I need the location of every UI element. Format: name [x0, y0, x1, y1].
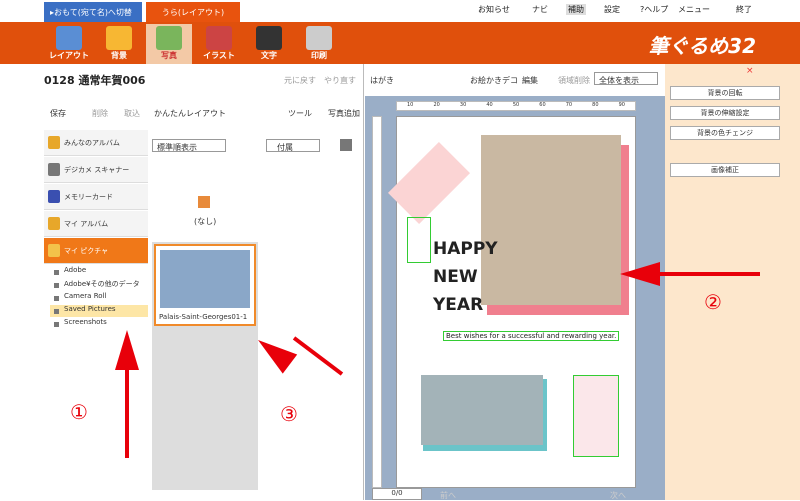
photo-image [160, 250, 250, 308]
import-button[interactable]: 取込 [124, 108, 140, 119]
text-button[interactable]: 文字 [246, 24, 292, 64]
exit-link[interactable]: 終了 [736, 4, 752, 15]
page-indicator: 0/0 [372, 488, 422, 500]
sort-select[interactable]: 標準順表示 [152, 139, 226, 152]
sidebar-item-memory-card[interactable]: メモリーカード [44, 184, 148, 210]
layout-icon [56, 26, 82, 50]
year-text[interactable]: YEAR [433, 295, 483, 315]
view-select[interactable]: 全体を表示 [594, 72, 658, 85]
deco-button[interactable]: お絵かきデコ [470, 75, 518, 86]
album-icon [48, 217, 60, 230]
deco-pattern [387, 141, 471, 225]
illust-icon [206, 26, 232, 50]
group-photo[interactable] [421, 375, 543, 445]
tab-front-address[interactable]: ▸おもて(宛て名)へ切替 [44, 2, 142, 22]
annotation-arrow-1 [125, 368, 129, 458]
menu-link[interactable]: メニュー [678, 4, 710, 15]
album-icon [48, 136, 60, 149]
plum-flower-illust[interactable] [407, 217, 431, 263]
close-icon[interactable]: × [746, 67, 754, 76]
photo-icon [156, 26, 182, 50]
redo-button[interactable]: やり直す [324, 75, 356, 86]
thumb-palais-photo[interactable]: Palais-Saint-Georges01-1 [154, 244, 256, 326]
annotation-number-1: ① [70, 400, 88, 424]
bg-stretch-button[interactable]: 背景の伸縮設定 [670, 106, 780, 120]
new-text[interactable]: NEW [433, 267, 478, 287]
memory-card-icon [48, 190, 60, 203]
annotation-number-2: ② [704, 290, 722, 314]
postcard-label: はがき [370, 76, 394, 85]
prev-button[interactable]: 前へ [440, 490, 456, 501]
next-button[interactable]: 次へ [610, 490, 626, 501]
subfolder-adobe[interactable]: Adobe [50, 266, 148, 278]
image-correct-button[interactable]: 画像補正 [670, 163, 780, 177]
background-icon [106, 26, 132, 50]
settings-link[interactable]: 設定 [604, 4, 620, 15]
illust-button[interactable]: イラスト [196, 24, 242, 64]
camera-icon [48, 163, 60, 176]
annotation-arrow-2 [660, 272, 760, 276]
image-icon [198, 196, 210, 208]
shishimai-illust[interactable] [573, 375, 619, 457]
postcard-canvas[interactable]: HAPPY NEW YEAR Best wishes for a success… [387, 116, 636, 488]
sidebar-item-my-pictures[interactable]: マイ ピクチャ [44, 238, 148, 264]
select-delete-button[interactable]: 領域削除 [558, 75, 590, 86]
wishes-text[interactable]: Best wishes for a successful and rewardi… [443, 331, 620, 341]
print-button[interactable]: 印刷 [296, 24, 342, 64]
add-photo-button[interactable]: 写真追加 [328, 108, 360, 119]
printer-icon [306, 26, 332, 50]
save-button[interactable]: 保存 [50, 108, 66, 119]
undo-button[interactable]: 元に戻す [284, 75, 316, 86]
assist-link[interactable]: 補助 [566, 4, 586, 15]
edit-menu[interactable]: 編集 [522, 75, 538, 86]
brand-logo: 筆ぐるめ32 [648, 34, 756, 58]
sidebar-item-my-album[interactable]: マイ アルバム [44, 211, 148, 237]
folder-icon [48, 244, 60, 257]
bg-rotate-button[interactable]: 背景の回転 [670, 86, 780, 100]
sidebar-item-camera-scanner[interactable]: デジカメ スキャナー [44, 157, 148, 183]
navi-link[interactable]: ナビ [532, 4, 548, 15]
ruler-vertical [372, 116, 382, 488]
wedding-photo[interactable] [481, 135, 621, 305]
bg-color-button[interactable]: 背景の色チェンジ [670, 126, 780, 140]
easy-layout-button[interactable]: かんたんレイアウト [154, 108, 226, 119]
tools-menu[interactable]: ツール [288, 108, 312, 119]
document-title: 0128 通常年賀006 [44, 74, 146, 87]
subfolder-saved-pictures[interactable]: Saved Pictures [50, 305, 148, 317]
notice-link[interactable]: お知らせ [478, 4, 510, 15]
annotation-arrowhead-1 [115, 330, 139, 370]
help-link[interactable]: ?ヘルプ [640, 4, 668, 15]
subfolder-adobe-other[interactable]: Adobe¥その他のデータ [50, 279, 148, 291]
annotation-number-3: ③ [280, 402, 298, 426]
subfolder-screenshots[interactable]: Screenshots [50, 318, 148, 330]
annotation-arrowhead-2 [620, 262, 660, 286]
grid-view-icon[interactable] [340, 139, 352, 151]
delete-button[interactable]: 削除 [92, 108, 108, 119]
sidebar-item-everyone-album[interactable]: みんなのアルバム [44, 130, 148, 156]
background-button[interactable]: 背景 [96, 24, 142, 64]
ruler-horizontal: 10 20 30 40 50 60 70 80 90 [396, 101, 636, 111]
photo-button[interactable]: 写真 [146, 24, 192, 64]
thumb-none[interactable]: (なし) [152, 160, 258, 242]
attach-select[interactable]: 付属 [266, 139, 320, 152]
happy-text[interactable]: HAPPY [433, 239, 498, 259]
subfolder-camera-roll[interactable]: Camera Roll [50, 292, 148, 304]
layout-button[interactable]: レイアウト [46, 24, 92, 64]
text-icon [256, 26, 282, 50]
tab-back-layout[interactable]: うら(レイアウト) [146, 2, 240, 22]
